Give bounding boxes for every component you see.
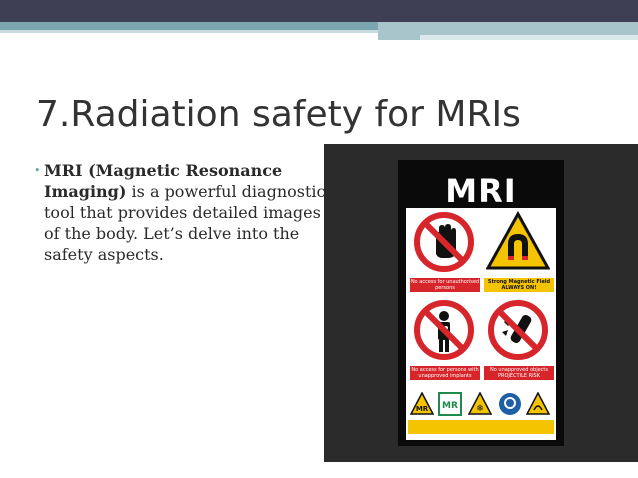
sign-caption-objects: No unapproved objects PROJECTILE RISK — [484, 366, 554, 380]
sign-caption-magnetic: Strong Magnetic Field ALWAYS ON! — [484, 278, 554, 292]
bullet-list: • MRI (Magnetic Resonance Imaging) is a … — [34, 160, 328, 265]
sign-caption-implants: No access for persons with unapproved im… — [410, 366, 480, 380]
mri-poster: MRI No access for unauthorised persons S… — [398, 160, 564, 446]
bullet-item: MRI (Magnetic Resonance Imaging) is a po… — [44, 161, 325, 264]
bullet-marker: • — [34, 164, 41, 177]
magnetic-field-warning-icon — [486, 210, 550, 270]
small-signs-caption-strip — [408, 420, 554, 434]
mr-safe-label: MR — [442, 401, 458, 411]
poster-title: MRI — [445, 172, 517, 210]
cryogen-warning-icon: ❄ — [468, 392, 492, 415]
header-accent-light — [420, 35, 638, 40]
poster-sign-panel: No access for unauthorised persons Stron… — [406, 208, 556, 440]
mr-safe-icon: MR — [438, 392, 462, 416]
ear-protection-icon — [499, 393, 521, 415]
mr-conditional-icon: MR — [410, 392, 434, 415]
mr-conditional-label: MR — [416, 405, 429, 413]
sign-caption-no-access: No access for unauthorised persons — [410, 278, 480, 292]
no-objects-icon — [488, 300, 548, 360]
caption-line2: PROJECTILE RISK — [497, 373, 540, 379]
no-access-hand-icon — [414, 212, 474, 272]
slide-title: 7.Radiation safety for MRIs — [36, 94, 521, 135]
small-signs-row: MR MR ❄ — [406, 392, 556, 440]
svg-text:❄: ❄ — [476, 404, 484, 414]
caption-line2: ALWAYS ON! — [501, 285, 537, 291]
no-implants-icon — [414, 300, 474, 360]
header-bar — [0, 0, 638, 22]
mri-sign-photo: MRI No access for unauthorised persons S… — [324, 144, 638, 462]
radiofrequency-warning-icon — [526, 392, 550, 415]
